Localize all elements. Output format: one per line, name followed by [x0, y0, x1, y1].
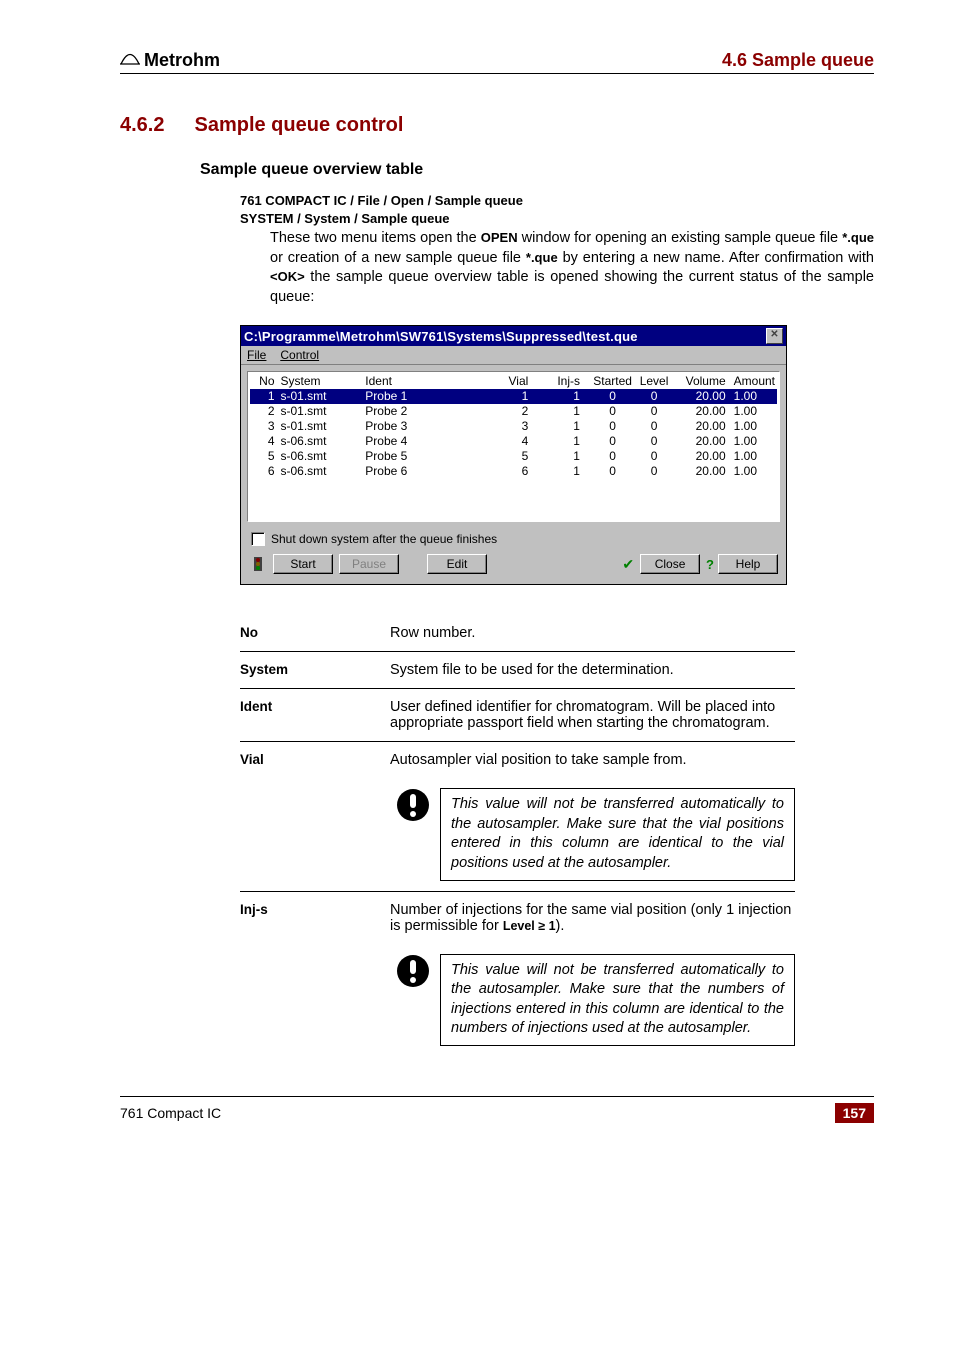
close-button[interactable]: Close — [640, 554, 700, 574]
help-icon: ? — [706, 557, 714, 572]
queue-table[interactable]: No System Ident Vial Inj-s Started Level… — [247, 371, 780, 522]
definitions-table: No Row number. System System file to be … — [240, 615, 795, 1056]
def-row-no: No Row number. — [240, 615, 795, 652]
warning-icon — [396, 810, 430, 826]
warning-icon — [396, 976, 430, 992]
window-titlebar: C:\Programme\Metrohm\SW761\Systems\Suppr… — [241, 326, 786, 346]
def-row-ident: Ident User defined identifier for chroma… — [240, 689, 795, 742]
menu-control[interactable]: Control — [280, 348, 319, 362]
brand-text: Metrohm — [144, 50, 220, 71]
sample-queue-window: C:\Programme\Metrohm\SW761\Systems\Suppr… — [240, 325, 787, 585]
footer-left: 761 Compact IC — [120, 1105, 221, 1121]
start-button[interactable]: Start — [273, 554, 333, 574]
pause-button[interactable]: Pause — [339, 554, 399, 574]
vial-note-box: This value will not be transferred autom… — [440, 788, 795, 880]
table-header: No System Ident Vial Inj-s Started Level… — [250, 374, 777, 389]
brand-logo-icon — [120, 51, 140, 70]
window-menubar: File Control — [241, 346, 786, 365]
table-row[interactable]: 5s-06.smtProbe 5510020.001.00 — [250, 449, 777, 464]
close-icon[interactable]: ✕ — [766, 328, 783, 344]
table-row[interactable]: 3s-01.smtProbe 3310020.001.00 — [250, 419, 777, 434]
brand: Metrohm — [120, 50, 220, 71]
def-row-vial: Vial Autosampler vial position to take s… — [240, 742, 795, 779]
intro-paragraph: These two menu items open the OPEN windo… — [270, 229, 874, 307]
shutdown-checkbox-label: Shut down system after the queue finishe… — [271, 532, 497, 546]
page-header: Metrohm 4.6 Sample queue — [120, 50, 874, 74]
def-row-vial-note: This value will not be transferred autom… — [240, 778, 795, 891]
edit-button[interactable]: Edit — [427, 554, 487, 574]
help-button[interactable]: Help — [718, 554, 778, 574]
menu-path-2: SYSTEM / System / Sample queue — [240, 211, 874, 226]
section-title: Sample queue control — [194, 114, 403, 137]
table-row[interactable]: 2s-01.smtProbe 2210020.001.00 — [250, 404, 777, 419]
def-row-system: System System file to be used for the de… — [240, 652, 795, 689]
footer-page-number: 157 — [835, 1103, 874, 1123]
def-row-injs: Inj-s Number of injections for the same … — [240, 891, 795, 944]
table-row[interactable]: 4s-06.smtProbe 4410020.001.00 — [250, 434, 777, 449]
menu-path-1: 761 COMPACT IC / File / Open / Sample qu… — [240, 193, 874, 208]
shutdown-checkbox-row: Shut down system after the queue finishe… — [247, 532, 780, 546]
sub-heading: Sample queue overview table — [200, 161, 874, 179]
injs-note-box: This value will not be transferred autom… — [440, 954, 795, 1046]
window-title: C:\Programme\Metrohm\SW761\Systems\Suppr… — [244, 329, 766, 344]
page-footer: 761 Compact IC 157 — [120, 1096, 874, 1123]
shutdown-checkbox[interactable] — [251, 532, 265, 546]
table-row[interactable]: 6s-06.smtProbe 6610020.001.00 — [250, 464, 777, 479]
section-heading: 4.6.2 Sample queue control — [120, 114, 874, 137]
traffic-light-icon — [251, 557, 265, 571]
window-button-row: Start Pause Edit ✔ Close ? Help — [247, 554, 780, 578]
def-row-injs-note: This value will not be transferred autom… — [240, 944, 795, 1056]
menu-file[interactable]: File — [247, 348, 266, 362]
check-icon: ✔ — [622, 556, 634, 573]
section-number: 4.6.2 — [120, 114, 164, 137]
header-section-ref: 4.6 Sample queue — [722, 50, 874, 71]
table-row[interactable]: 1s-01.smtProbe 1110020.001.00 — [250, 389, 777, 404]
